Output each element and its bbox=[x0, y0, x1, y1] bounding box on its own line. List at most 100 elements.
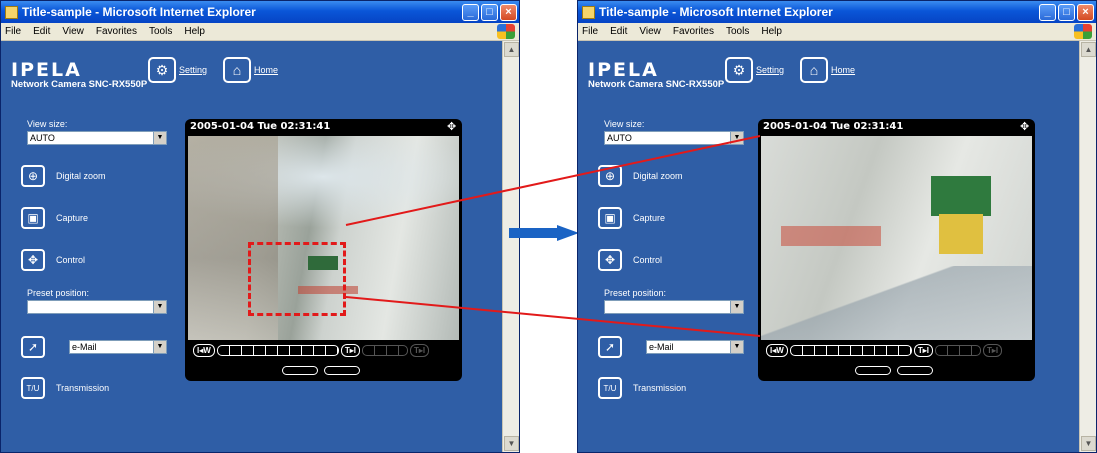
camera-image-zoomed[interactable] bbox=[761, 136, 1032, 340]
email-action-icon[interactable]: ➚ bbox=[598, 336, 622, 358]
zoom-bar: I◂W T▸I T▸I bbox=[766, 343, 1027, 357]
chevron-down-icon: ▼ bbox=[153, 132, 166, 144]
zoom-track[interactable] bbox=[789, 344, 912, 356]
browser-window-after: Title-sample - Microsoft Internet Explor… bbox=[577, 0, 1097, 453]
menu-favorites[interactable]: Favorites bbox=[96, 26, 137, 37]
scroll-up-icon[interactable]: ▲ bbox=[1081, 42, 1096, 57]
chevron-down-icon: ▼ bbox=[153, 341, 166, 353]
transmission-control[interactable]: T/U Transmission bbox=[21, 377, 109, 399]
home-icon[interactable]: ⌂ bbox=[800, 57, 829, 83]
zoom-area-box bbox=[248, 242, 346, 316]
vertical-scrollbar[interactable]: ▲ ▼ bbox=[1079, 41, 1096, 452]
top-nav: ⚙ Setting ⌂ Home bbox=[148, 57, 294, 83]
view-size-value: AUTO bbox=[30, 133, 55, 143]
browser-window-before: Title-sample - Microsoft Internet Explor… bbox=[0, 0, 520, 453]
tele-button[interactable]: T▸I bbox=[340, 343, 360, 357]
ie-icon bbox=[582, 5, 595, 19]
view-size-select[interactable]: AUTO ▼ bbox=[27, 131, 167, 145]
scroll-up-icon[interactable]: ▲ bbox=[504, 42, 519, 57]
transmission-control[interactable]: T/U Transmission bbox=[598, 377, 686, 399]
capture-icon: ▣ bbox=[21, 207, 45, 229]
maximize-button[interactable]: □ bbox=[1058, 3, 1075, 21]
model-name: Network Camera SNC-RX550P bbox=[11, 79, 148, 90]
menu-file[interactable]: File bbox=[582, 26, 598, 37]
control-control[interactable]: ✥ Control bbox=[598, 249, 662, 271]
tele-end-button: T▸I bbox=[982, 343, 1003, 357]
email-select[interactable]: e-Mail ▼ bbox=[69, 340, 167, 354]
title-bar: Title-sample - Microsoft Internet Explor… bbox=[1, 1, 519, 23]
preset-label: Preset position: bbox=[27, 288, 90, 298]
tilt-down-button[interactable] bbox=[282, 366, 318, 375]
close-button[interactable]: × bbox=[500, 3, 517, 21]
setting-icon[interactable]: ⚙ bbox=[725, 57, 753, 83]
menu-view[interactable]: View bbox=[639, 26, 661, 37]
home-link[interactable]: Home bbox=[254, 65, 278, 75]
email-action-icon[interactable]: ➚ bbox=[21, 336, 45, 358]
scroll-down-icon[interactable]: ▼ bbox=[504, 436, 519, 451]
capture-control[interactable]: ▣ Capture bbox=[21, 207, 88, 229]
email-value: e-Mail bbox=[649, 342, 674, 352]
camera-image[interactable] bbox=[188, 136, 459, 340]
wide-button[interactable]: I◂W bbox=[193, 343, 215, 357]
timestamp: 2005-01-04 Tue 02:31:41 bbox=[190, 121, 331, 132]
capture-control[interactable]: ▣ Capture bbox=[598, 207, 665, 229]
digital-zoom-icon: ⊕ bbox=[598, 165, 622, 187]
view-size-label: View size: bbox=[27, 119, 68, 129]
minimize-button[interactable]: _ bbox=[462, 3, 479, 21]
brand-block: IPELA Network Camera SNC-RX550P bbox=[588, 61, 724, 91]
menu-view[interactable]: View bbox=[62, 26, 84, 37]
chevron-down-icon: ▼ bbox=[730, 341, 743, 353]
view-size-select[interactable]: AUTO ▼ bbox=[604, 131, 744, 145]
home-icon[interactable]: ⌂ bbox=[223, 57, 252, 83]
digital-zoom-track bbox=[361, 344, 408, 356]
setting-link[interactable]: Setting bbox=[756, 65, 784, 75]
scroll-down-icon[interactable]: ▼ bbox=[1081, 436, 1096, 451]
tele-button[interactable]: T▸I bbox=[913, 343, 933, 357]
menu-favorites[interactable]: Favorites bbox=[673, 26, 714, 37]
minimize-button[interactable]: _ bbox=[1039, 3, 1056, 21]
menu-help[interactable]: Help bbox=[184, 26, 205, 37]
chevron-down-icon: ▼ bbox=[730, 132, 743, 144]
tilt-up-button[interactable] bbox=[897, 366, 933, 375]
menu-edit[interactable]: Edit bbox=[33, 26, 50, 37]
digital-zoom-control[interactable]: ⊕ Digital zoom bbox=[598, 165, 683, 187]
zoom-track[interactable] bbox=[216, 344, 339, 356]
timestamp: 2005-01-04 Tue 02:31:41 bbox=[763, 121, 904, 132]
title-bar: Title-sample - Microsoft Internet Explor… bbox=[578, 1, 1096, 23]
menu-edit[interactable]: Edit bbox=[610, 26, 627, 37]
ie-icon bbox=[5, 5, 18, 19]
control-label: Control bbox=[56, 255, 86, 265]
preset-label: Preset position: bbox=[604, 288, 667, 298]
control-icon: ✥ bbox=[598, 249, 622, 271]
maximize-button[interactable]: □ bbox=[481, 3, 498, 21]
wide-button[interactable]: I◂W bbox=[766, 343, 788, 357]
menu-help[interactable]: Help bbox=[761, 26, 782, 37]
tilt-up-button[interactable] bbox=[324, 366, 360, 375]
page-content: IPELA Network Camera SNC-RX550P ⚙ Settin… bbox=[578, 41, 1096, 452]
brand-logo: IPELA bbox=[11, 59, 82, 81]
transmission-label: Transmission bbox=[633, 383, 687, 393]
preset-select[interactable]: ▼ bbox=[27, 300, 167, 314]
image-region bbox=[781, 226, 881, 246]
setting-link[interactable]: Setting bbox=[179, 65, 207, 75]
setting-icon[interactable]: ⚙ bbox=[148, 57, 176, 83]
control-control[interactable]: ✥ Control bbox=[21, 249, 85, 271]
move-icon[interactable]: ✥ bbox=[1020, 120, 1029, 133]
menu-tools[interactable]: Tools bbox=[149, 26, 172, 37]
home-link[interactable]: Home bbox=[831, 65, 855, 75]
menu-file[interactable]: File bbox=[5, 26, 21, 37]
close-button[interactable]: × bbox=[1077, 3, 1094, 21]
menu-tools[interactable]: Tools bbox=[726, 26, 749, 37]
digital-zoom-label: Digital zoom bbox=[633, 171, 683, 181]
transmission-icon: T/U bbox=[21, 377, 45, 399]
tilt-down-button[interactable] bbox=[855, 366, 891, 375]
camera-viewer: 2005-01-04 Tue 02:31:41 ✥ I◂W T▸I T▸I bbox=[758, 119, 1035, 381]
top-nav: ⚙ Setting ⌂ Home bbox=[725, 57, 871, 83]
email-select[interactable]: e-Mail ▼ bbox=[646, 340, 744, 354]
control-label: Control bbox=[633, 255, 663, 265]
digital-zoom-control[interactable]: ⊕ Digital zoom bbox=[21, 165, 106, 187]
control-icon: ✥ bbox=[21, 249, 45, 271]
preset-select[interactable]: ▼ bbox=[604, 300, 744, 314]
move-icon[interactable]: ✥ bbox=[447, 120, 456, 133]
vertical-scrollbar[interactable]: ▲ ▼ bbox=[502, 41, 519, 452]
